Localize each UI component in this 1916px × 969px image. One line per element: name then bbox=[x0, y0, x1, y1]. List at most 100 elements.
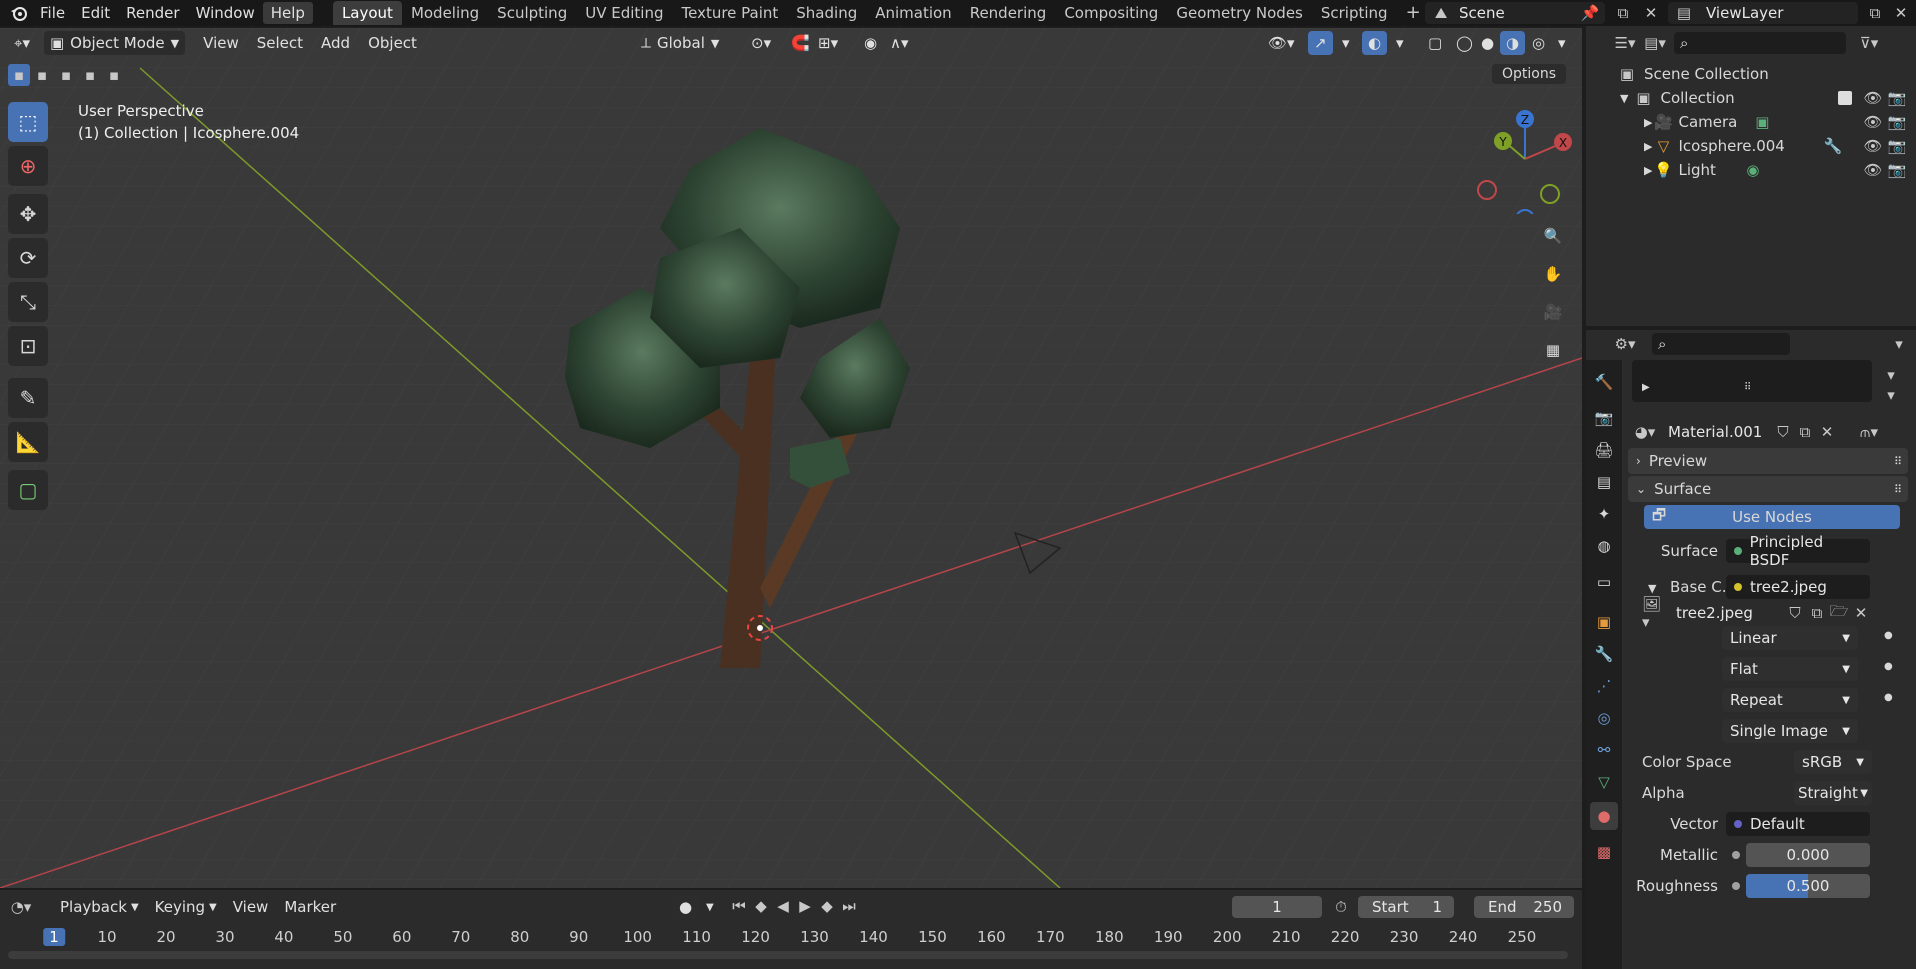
pin-icon[interactable]: 📌 bbox=[1581, 2, 1600, 24]
drag-handle-icon[interactable]: ⠿ bbox=[1894, 483, 1902, 496]
pan-hand-icon[interactable]: ✋ bbox=[1538, 259, 1568, 289]
drag-handle-icon[interactable]: ⠿ bbox=[1894, 455, 1902, 468]
overlay-toggle[interactable]: ◐ bbox=[1362, 31, 1388, 55]
world-tab-icon[interactable]: ◍ bbox=[1590, 532, 1618, 560]
snap-target-button[interactable]: ⊞▾ bbox=[812, 31, 844, 55]
chevron-down-icon[interactable]: ▾ bbox=[1880, 364, 1902, 386]
properties-search-input[interactable]: ⌕ bbox=[1652, 333, 1790, 355]
source-dropdown[interactable]: Single Image ▼ bbox=[1722, 719, 1858, 743]
editor-type-button[interactable]: ⌖▾ bbox=[8, 31, 36, 55]
zoom-icon[interactable]: 🔍 bbox=[1538, 221, 1568, 251]
node-tree-icon[interactable]: ⫙▾ bbox=[1858, 421, 1880, 443]
outliner-item-icosphere[interactable]: ▶ ▽ Icosphere.004 🔧 👁 📷 bbox=[1586, 134, 1916, 158]
expand-arrow-icon[interactable]: ▶ bbox=[1644, 116, 1652, 129]
projection-dropdown[interactable]: Flat ▼ bbox=[1722, 657, 1858, 681]
data-tab-icon[interactable]: ▽ bbox=[1590, 768, 1618, 796]
resize-handle-icon[interactable]: ⠿ bbox=[1744, 382, 1751, 393]
overlay-dropdown[interactable]: ▾ bbox=[1390, 31, 1410, 55]
eye-icon[interactable]: 👁 bbox=[1862, 159, 1884, 181]
exclude-checkbox[interactable] bbox=[1838, 91, 1852, 105]
transform-tool[interactable]: ⊡ bbox=[8, 326, 48, 366]
base-color-field[interactable]: tree2.jpeg bbox=[1726, 575, 1870, 599]
object-tab-icon[interactable]: ▣ bbox=[1590, 608, 1618, 636]
keyframe-dot-icon[interactable]: ● bbox=[1884, 692, 1893, 703]
tab-rendering[interactable]: Rendering bbox=[961, 1, 1056, 25]
fake-user-shield-icon[interactable]: ⛉ bbox=[1784, 602, 1806, 624]
tab-uv-editing[interactable]: UV Editing bbox=[576, 1, 672, 25]
tab-compositing[interactable]: Compositing bbox=[1055, 1, 1167, 25]
properties-editor-icon[interactable]: ⚙▾ bbox=[1614, 333, 1636, 355]
falloff-button[interactable]: ∧▾ bbox=[884, 31, 915, 55]
3d-viewport[interactable]: ⌖▾ ▣ Object Mode ▼ View Select Add Objec… bbox=[0, 28, 1582, 888]
material-selector[interactable]: ◕▾ Material.001 ⛉ ⧉ ✕ ⫙▾ bbox=[1634, 420, 1880, 444]
eye-icon[interactable]: 👁 bbox=[1862, 111, 1884, 133]
unlink-x-icon[interactable]: ✕ bbox=[1850, 602, 1872, 624]
image-name-field[interactable]: tree2.jpeg bbox=[1670, 602, 1784, 624]
view-layer-tab-icon[interactable]: ▤ bbox=[1590, 468, 1618, 496]
new-view-layer-icon[interactable]: ⧉ bbox=[1864, 2, 1886, 24]
annotate-tool[interactable]: ✎ bbox=[8, 378, 48, 418]
solid-shading-button[interactable]: ● bbox=[1475, 31, 1500, 55]
material-name-field[interactable]: Material.001 bbox=[1662, 421, 1772, 443]
fake-user-shield-icon[interactable]: ⛉ bbox=[1772, 421, 1794, 443]
output-tab-icon[interactable]: 🖨 bbox=[1590, 436, 1618, 464]
tab-sculpting[interactable]: Sculpting bbox=[488, 1, 576, 25]
camera-data-icon[interactable]: ▣ bbox=[1751, 111, 1773, 133]
menu-window[interactable]: Window bbox=[188, 2, 263, 24]
pivot-point-button[interactable]: ⊙▾ bbox=[745, 31, 777, 55]
extension-dropdown[interactable]: Repeat ▼ bbox=[1722, 688, 1858, 712]
rendered-shading-button[interactable]: ◎ bbox=[1526, 31, 1551, 55]
tab-scripting[interactable]: Scripting bbox=[1312, 1, 1397, 25]
alpha-dropdown[interactable]: Straight ▼ bbox=[1794, 781, 1872, 805]
shading-dropdown[interactable]: ▾ bbox=[1552, 31, 1572, 55]
interpolation-dropdown[interactable]: Linear ▼ bbox=[1722, 626, 1858, 650]
delete-view-layer-icon[interactable]: ✕ bbox=[1890, 2, 1912, 24]
delete-scene-icon[interactable]: ✕ bbox=[1640, 2, 1662, 24]
select-intersect-icon[interactable]: ▪ bbox=[102, 64, 126, 86]
grid-view-icon[interactable]: ▦ bbox=[1538, 335, 1568, 365]
render-camera-icon[interactable]: 📷 bbox=[1886, 135, 1908, 157]
unlink-x-icon[interactable]: ✕ bbox=[1816, 421, 1838, 443]
expand-arrow-icon[interactable]: ▼ bbox=[1648, 582, 1656, 595]
expand-arrow-icon[interactable]: ▶ bbox=[1642, 382, 1650, 393]
menu-select[interactable]: Select bbox=[251, 31, 309, 55]
surface-shader-field[interactable]: Principled BSDF bbox=[1726, 533, 1870, 569]
render-camera-icon[interactable]: 📷 bbox=[1886, 159, 1908, 181]
surface-panel-header[interactable]: ⌄ Surface ⠿ bbox=[1628, 476, 1908, 502]
rotate-tool[interactable]: ⟳ bbox=[8, 238, 48, 278]
tab-geometry-nodes[interactable]: Geometry Nodes bbox=[1167, 1, 1312, 25]
tab-texture-paint[interactable]: Texture Paint bbox=[672, 1, 787, 25]
outliner-item-camera[interactable]: ▶ 🎥 Camera ▣ 👁 📷 bbox=[1586, 110, 1916, 134]
material-slot-list[interactable]: ▶ ⠿ bbox=[1632, 360, 1872, 402]
tab-animation[interactable]: Animation bbox=[866, 1, 960, 25]
tab-layout[interactable]: Layout bbox=[332, 1, 402, 25]
collection-tab-icon[interactable]: ▭ bbox=[1590, 568, 1618, 596]
preview-panel-header[interactable]: › Preview ⠿ bbox=[1628, 448, 1908, 474]
blender-logo-icon[interactable] bbox=[6, 2, 32, 24]
expand-arrow-icon[interactable]: ▶ bbox=[1644, 164, 1652, 177]
expand-arrow-icon[interactable]: ▼ bbox=[1620, 92, 1628, 105]
render-tab-icon[interactable]: 📷 bbox=[1590, 404, 1618, 432]
outliner-search-input[interactable]: ⌕ bbox=[1674, 32, 1846, 54]
collection-row[interactable]: ▼ ▣ Collection 👁 📷 bbox=[1586, 86, 1916, 110]
select-invert-icon[interactable]: ▪ bbox=[78, 64, 102, 86]
xray-toggle[interactable]: ▢ bbox=[1422, 31, 1448, 55]
mode-dropdown[interactable]: ▣ Object Mode ▼ bbox=[43, 31, 186, 55]
light-data-icon[interactable]: ◉ bbox=[1742, 159, 1764, 181]
filter-icon[interactable]: ⊽▾ bbox=[1858, 32, 1880, 54]
particles-tab-icon[interactable]: ⋰ bbox=[1590, 672, 1618, 700]
menu-add[interactable]: Add bbox=[315, 31, 356, 55]
select-box-tool[interactable]: ⬚ bbox=[8, 102, 48, 142]
select-new-icon[interactable]: ▪ bbox=[8, 64, 30, 86]
timeline-scrollbar[interactable] bbox=[8, 951, 1568, 959]
menu-edit[interactable]: Edit bbox=[73, 2, 118, 24]
metallic-slider[interactable]: 0.000 bbox=[1746, 843, 1870, 867]
options-button[interactable]: Options bbox=[1492, 64, 1567, 84]
menu-view[interactable]: View bbox=[197, 31, 245, 55]
select-subtract-icon[interactable]: ▪ bbox=[54, 64, 78, 86]
use-nodes-button[interactable]: 🗗 Use Nodes bbox=[1644, 505, 1900, 529]
add-cube-tool[interactable]: ▢ bbox=[8, 470, 48, 510]
menu-render[interactable]: Render bbox=[118, 2, 187, 24]
modifier-wrench-icon[interactable]: 🔧 bbox=[1822, 135, 1844, 157]
chevron-down-icon[interactable]: ▾ bbox=[1880, 384, 1902, 406]
